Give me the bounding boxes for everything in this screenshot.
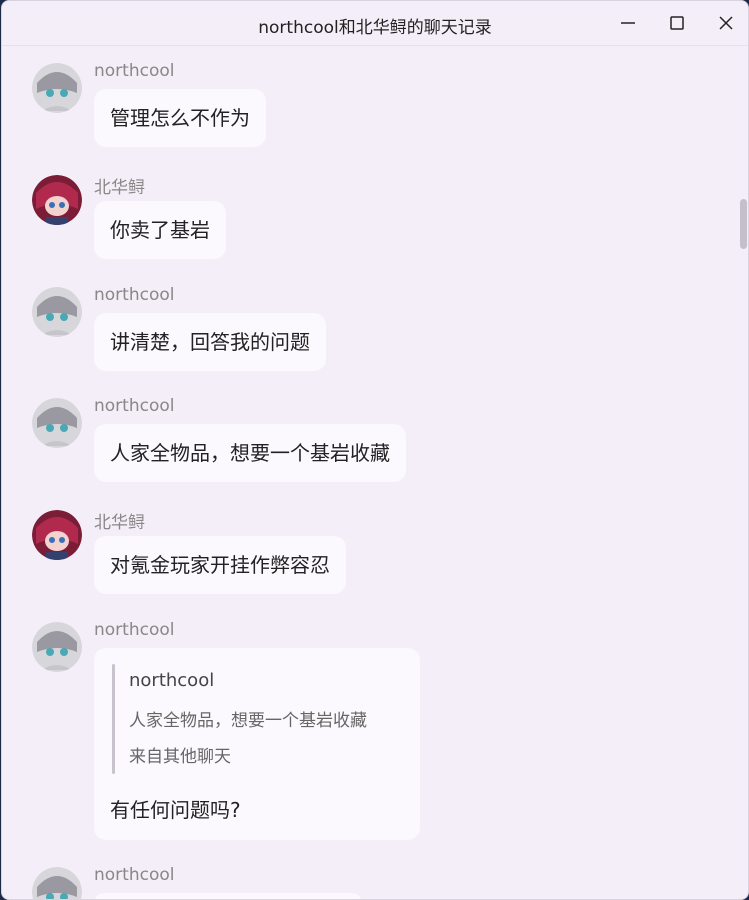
chat-history-window: northcool和北华鲟的聊天记录 northcool 管理怎么不作为 北华鲟…: [1, 0, 749, 900]
northcool-avatar[interactable]: [32, 622, 82, 672]
message-bubble[interactable]: 对氪金玩家开挂作弊容忍: [94, 536, 346, 594]
message-bubble[interactable]: 人家全物品，想要一个基岩收藏: [94, 424, 406, 482]
quote-source: 来自其他聊天: [129, 747, 231, 767]
sender-name: northcool: [94, 865, 175, 885]
northcool-avatar[interactable]: [32, 867, 82, 899]
message-bubble[interactable]: 你卖了基岩: [94, 201, 226, 259]
minimize-button[interactable]: [614, 9, 642, 37]
message-bubble[interactable]: 讲清楚，回答我的问题: [94, 313, 326, 371]
sender-name: 北华鲟: [94, 513, 145, 533]
beihuaxun-avatar[interactable]: [32, 510, 82, 560]
title-bar: northcool和北华鲟的聊天记录: [2, 1, 748, 46]
quote-text[interactable]: 人家全物品，想要一个基岩收藏: [129, 706, 367, 731]
quote-sender: northcool: [129, 670, 215, 691]
message-bubble[interactable]: 管理怎么不作为: [94, 89, 266, 147]
sender-name: northcool: [94, 61, 175, 81]
maximize-button[interactable]: [663, 9, 691, 37]
close-button[interactable]: [712, 9, 740, 37]
sender-name: northcool: [94, 620, 175, 640]
quote-bar: [112, 664, 115, 774]
northcool-avatar[interactable]: [32, 398, 82, 448]
northcool-avatar[interactable]: [32, 63, 82, 113]
close-icon: [719, 16, 733, 30]
quoted-message-bubble[interactable]: northcool 人家全物品，想要一个基岩收藏 来自其他聊天 有任何问题吗?: [94, 648, 420, 840]
maximize-icon: [670, 16, 684, 30]
sender-name: 北华鲟: [94, 178, 145, 198]
scrollbar-thumb[interactable]: [740, 199, 747, 249]
sender-name: northcool: [94, 396, 175, 416]
message-bubble[interactable]: [94, 893, 362, 899]
sender-name: northcool: [94, 285, 175, 305]
northcool-avatar[interactable]: [32, 287, 82, 337]
reply-text: 有任何问题吗?: [110, 798, 241, 822]
minimize-icon: [621, 22, 635, 24]
beihuaxun-avatar[interactable]: [32, 175, 82, 225]
